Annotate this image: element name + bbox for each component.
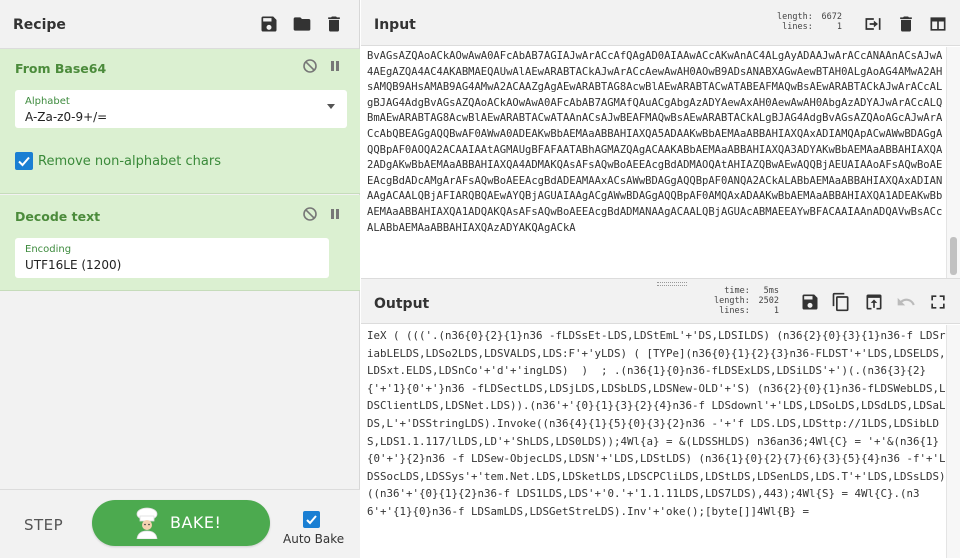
encoding-label: Encoding (25, 244, 72, 255)
save-icon[interactable] (259, 14, 279, 34)
pause-operation-icon[interactable] (327, 206, 343, 222)
trash-icon[interactable] (896, 14, 916, 34)
output-textarea[interactable]: IeX ( ((('.(n36{0}{2}{1}n36 -fLDSsEt-LDS… (361, 325, 946, 558)
input-length: 6672 (821, 12, 842, 22)
undo-icon[interactable] (896, 292, 916, 312)
stat-key: length: (777, 12, 813, 22)
auto-bake-label[interactable]: Auto Bake (283, 532, 344, 546)
grip-icon[interactable] (657, 282, 687, 286)
scroll-thumb[interactable] (950, 237, 957, 275)
replace-input-icon[interactable] (864, 292, 884, 312)
operation-from-base64[interactable]: From Base64 Alphabet A-Za-z0-9+/= Remove… (0, 49, 360, 194)
operation-title: From Base64 (15, 61, 107, 76)
input-scrollbar[interactable] (946, 47, 960, 278)
output-length: 2502 (758, 296, 779, 306)
input-header: Input length: 6672 lines: 1 (361, 0, 960, 46)
recipe-pane: Recipe From Base64 Alphabet A-Za-z0-9+/= (0, 0, 360, 558)
output-lines: 1 (773, 306, 779, 316)
stat-key: time: (724, 286, 750, 296)
cyberchef-app: Recipe From Base64 Alphabet A-Za-z0-9+/= (0, 0, 960, 558)
trash-icon[interactable] (324, 14, 344, 34)
bake-label: BAKE! (170, 513, 222, 532)
chef-icon (136, 507, 158, 539)
alphabet-dropdown[interactable]: Alphabet A-Za-z0-9+/= (15, 90, 347, 128)
auto-bake-checkbox[interactable] (303, 511, 320, 528)
output-time: 5ms (763, 286, 779, 296)
recipe-title: Recipe (13, 17, 66, 33)
pause-operation-icon[interactable] (327, 58, 343, 74)
output-header: Output time: 5ms length: 2502 lines: 1 (361, 286, 960, 324)
remove-non-alphabet-label[interactable]: Remove non-alphabet chars (38, 154, 221, 169)
chevron-down-icon[interactable] (327, 104, 335, 109)
remove-non-alphabet-checkbox[interactable] (15, 152, 33, 170)
alphabet-label: Alphabet (25, 96, 70, 107)
recipe-controls: STEP BAKE! Auto Bake (0, 489, 360, 558)
output-stats: time: 5ms length: 2502 lines: 1 (714, 286, 779, 316)
disable-operation-icon[interactable] (302, 206, 318, 222)
operation-decode-text[interactable]: Decode text Encoding UTF16LE (1200) (0, 195, 360, 291)
copy-icon[interactable] (831, 292, 851, 312)
operation-title: Decode text (15, 209, 101, 224)
stat-key: length: (714, 296, 750, 306)
alphabet-value: A-Za-z0-9+/= (25, 110, 108, 124)
input-lines: 1 (836, 22, 842, 32)
recipe-header: Recipe (0, 0, 359, 49)
input-to-recipe-icon[interactable] (863, 14, 883, 34)
layout-icon[interactable] (928, 14, 948, 34)
stat-key: lines: (782, 22, 813, 32)
encoding-value: UTF16LE (1200) (25, 258, 122, 272)
input-textarea[interactable]: BvAGsAZQAoACkAOwAwA0AFcAbAB7AGIAJwArACcA… (361, 47, 946, 278)
pane-resizer[interactable] (361, 278, 960, 288)
disable-operation-icon[interactable] (302, 58, 318, 74)
output-title: Output (374, 296, 430, 312)
folder-icon[interactable] (292, 14, 312, 34)
step-button[interactable]: STEP (24, 516, 63, 534)
output-scrollbar[interactable] (946, 325, 960, 558)
fullscreen-icon[interactable] (928, 292, 948, 312)
save-icon[interactable] (800, 292, 820, 312)
encoding-field[interactable]: Encoding UTF16LE (1200) (15, 238, 329, 278)
input-stats: length: 6672 lines: 1 (777, 12, 842, 32)
stat-key: lines: (719, 306, 750, 316)
input-title: Input (374, 17, 416, 33)
bake-button[interactable]: BAKE! (92, 500, 270, 546)
